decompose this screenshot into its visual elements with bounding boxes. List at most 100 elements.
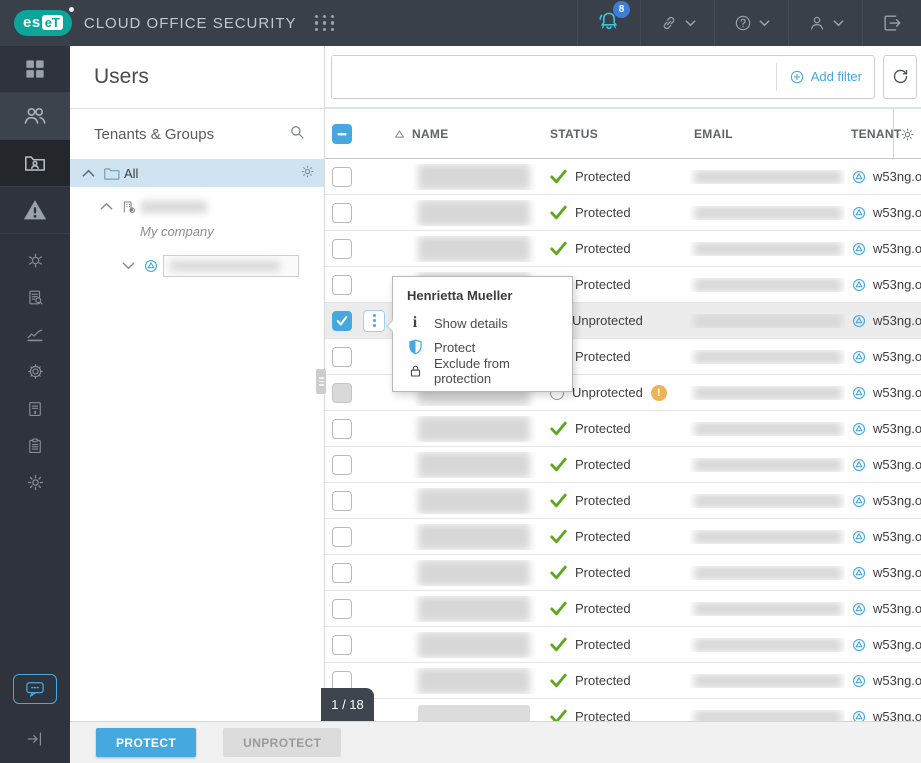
refresh-button[interactable] [883,55,917,99]
tenant-icon [851,277,867,293]
row-checkbox[interactable] [332,563,352,583]
app-header: es eT CLOUD OFFICE SECURITY 8 [0,0,921,46]
table-row[interactable]: Protectedw53ng.on [325,411,921,447]
tenant-name-blurred [170,261,280,271]
company-name-blurred [141,201,207,213]
notifications-button[interactable]: 8 [577,0,640,46]
add-filter-button[interactable]: Add filter [776,63,874,91]
warning-icon[interactable]: ! [651,385,667,401]
action-footer: PROTECT UNPROTECT [70,721,921,763]
settings-gear-icon [25,472,46,493]
sidebar-item-dashboard[interactable] [0,46,70,93]
row-checkbox[interactable] [332,383,352,403]
tenant-domain: w53ng.on [873,493,921,508]
logo-text: es [23,14,41,31]
table-row[interactable]: Protectedw53ng.on [325,591,921,627]
feedback-button[interactable] [0,663,70,715]
row-checkbox[interactable] [332,635,352,655]
row-checkbox[interactable] [332,239,352,259]
row-checkbox[interactable] [332,455,352,475]
apps-grid-icon[interactable] [315,15,336,32]
table-row[interactable]: Protectedw53ng.on [325,483,921,519]
table-row[interactable]: Protectedw53ng.on [325,519,921,555]
quick-links-button[interactable] [640,0,714,46]
tenant-icon [851,349,867,365]
chevron-down-icon [685,19,696,27]
sidebar-item-settings[interactable] [0,464,70,501]
column-header-name[interactable]: NAME [412,127,449,141]
search-icon[interactable] [288,123,306,145]
row-checkbox[interactable] [332,347,352,367]
logout-button[interactable] [862,0,921,46]
column-header-status[interactable]: STATUS [550,127,598,141]
chevron-down-icon[interactable] [122,261,135,270]
user-email-blurred [694,674,842,688]
sidebar-item-user-management[interactable] [0,140,70,187]
menu-item-exclude[interactable]: Exclude from protection [393,359,572,383]
lock-icon [407,363,423,379]
sidebar-item-quarantine[interactable] [0,242,70,279]
feedback-bubble-icon [13,674,57,704]
chevron-down-icon [833,19,844,27]
table-row[interactable]: Protectedw53ng.on [325,663,921,699]
row-checkbox[interactable] [332,527,352,547]
sidebar-item-scan-logs[interactable] [0,279,70,316]
protect-button[interactable]: PROTECT [96,728,196,757]
sidebar-item-reports[interactable] [0,316,70,353]
row-checkbox[interactable] [332,419,352,439]
filter-input[interactable] [332,56,776,98]
row-checkbox[interactable] [332,491,352,511]
unprotect-button[interactable]: UNPROTECT [223,728,341,757]
column-header-email[interactable]: EMAIL [694,127,733,141]
row-checkbox[interactable] [332,311,352,331]
protected-check-icon [550,637,567,652]
row-actions-kebab-button[interactable] [363,310,385,332]
chevron-up-icon[interactable] [82,169,95,178]
sort-asc-icon[interactable] [394,129,405,139]
sidebar-item-license[interactable] [0,390,70,427]
account-button[interactable] [788,0,862,46]
protected-check-icon [550,205,567,220]
sidebar-item-policies[interactable] [0,353,70,390]
user-name-blurred [418,632,530,658]
tree-item-all[interactable]: All [70,159,324,187]
sidebar-item-users[interactable] [0,93,70,140]
tenant-icon [851,565,867,581]
status-label: Protected [575,457,631,472]
sidebar-item-tasks[interactable] [0,427,70,464]
select-all-checkbox[interactable] [332,124,352,144]
table-row[interactable]: Protectedw53ng.on [325,231,921,267]
gear-icon[interactable] [299,163,316,183]
tenant-domain: w53ng.on [873,313,921,328]
table-row[interactable]: Protectedw53ng.on [325,627,921,663]
status-label: Protected [575,205,631,220]
user-icon [807,13,827,33]
row-checkbox[interactable] [332,275,352,295]
row-checkbox[interactable] [332,203,352,223]
tree-item-company[interactable] [70,193,324,220]
table-row[interactable]: Protectedw53ng.on [325,447,921,483]
help-button[interactable] [714,0,788,46]
collapse-sidebar-button[interactable] [0,715,70,763]
table-row[interactable]: Protectedw53ng.on [325,195,921,231]
row-checkbox[interactable] [332,167,352,187]
context-menu-arrow [386,319,393,333]
alerts-icon [21,196,49,224]
user-name-blurred [418,452,530,478]
row-checkbox[interactable] [332,599,352,619]
plus-circle-icon [789,69,805,85]
sidebar-item-alerts[interactable] [0,187,70,234]
table-row[interactable]: Protectedw53ng.on [325,159,921,195]
status-label: Protected [575,349,631,364]
status-label: Protected [575,565,631,580]
chevron-up-icon[interactable] [100,202,113,211]
user-email-blurred [694,386,842,400]
notification-count-badge: 8 [613,1,630,18]
tenant-domain: w53ng.on [873,673,921,688]
tree-item-tenant[interactable] [70,252,324,279]
table-row[interactable]: Protectedw53ng.on [325,555,921,591]
panel-resize-handle[interactable] [316,369,326,394]
policies-gear-icon [26,362,45,381]
column-settings-button[interactable] [893,109,921,159]
menu-item-show-details[interactable]: i Show details [393,311,572,335]
